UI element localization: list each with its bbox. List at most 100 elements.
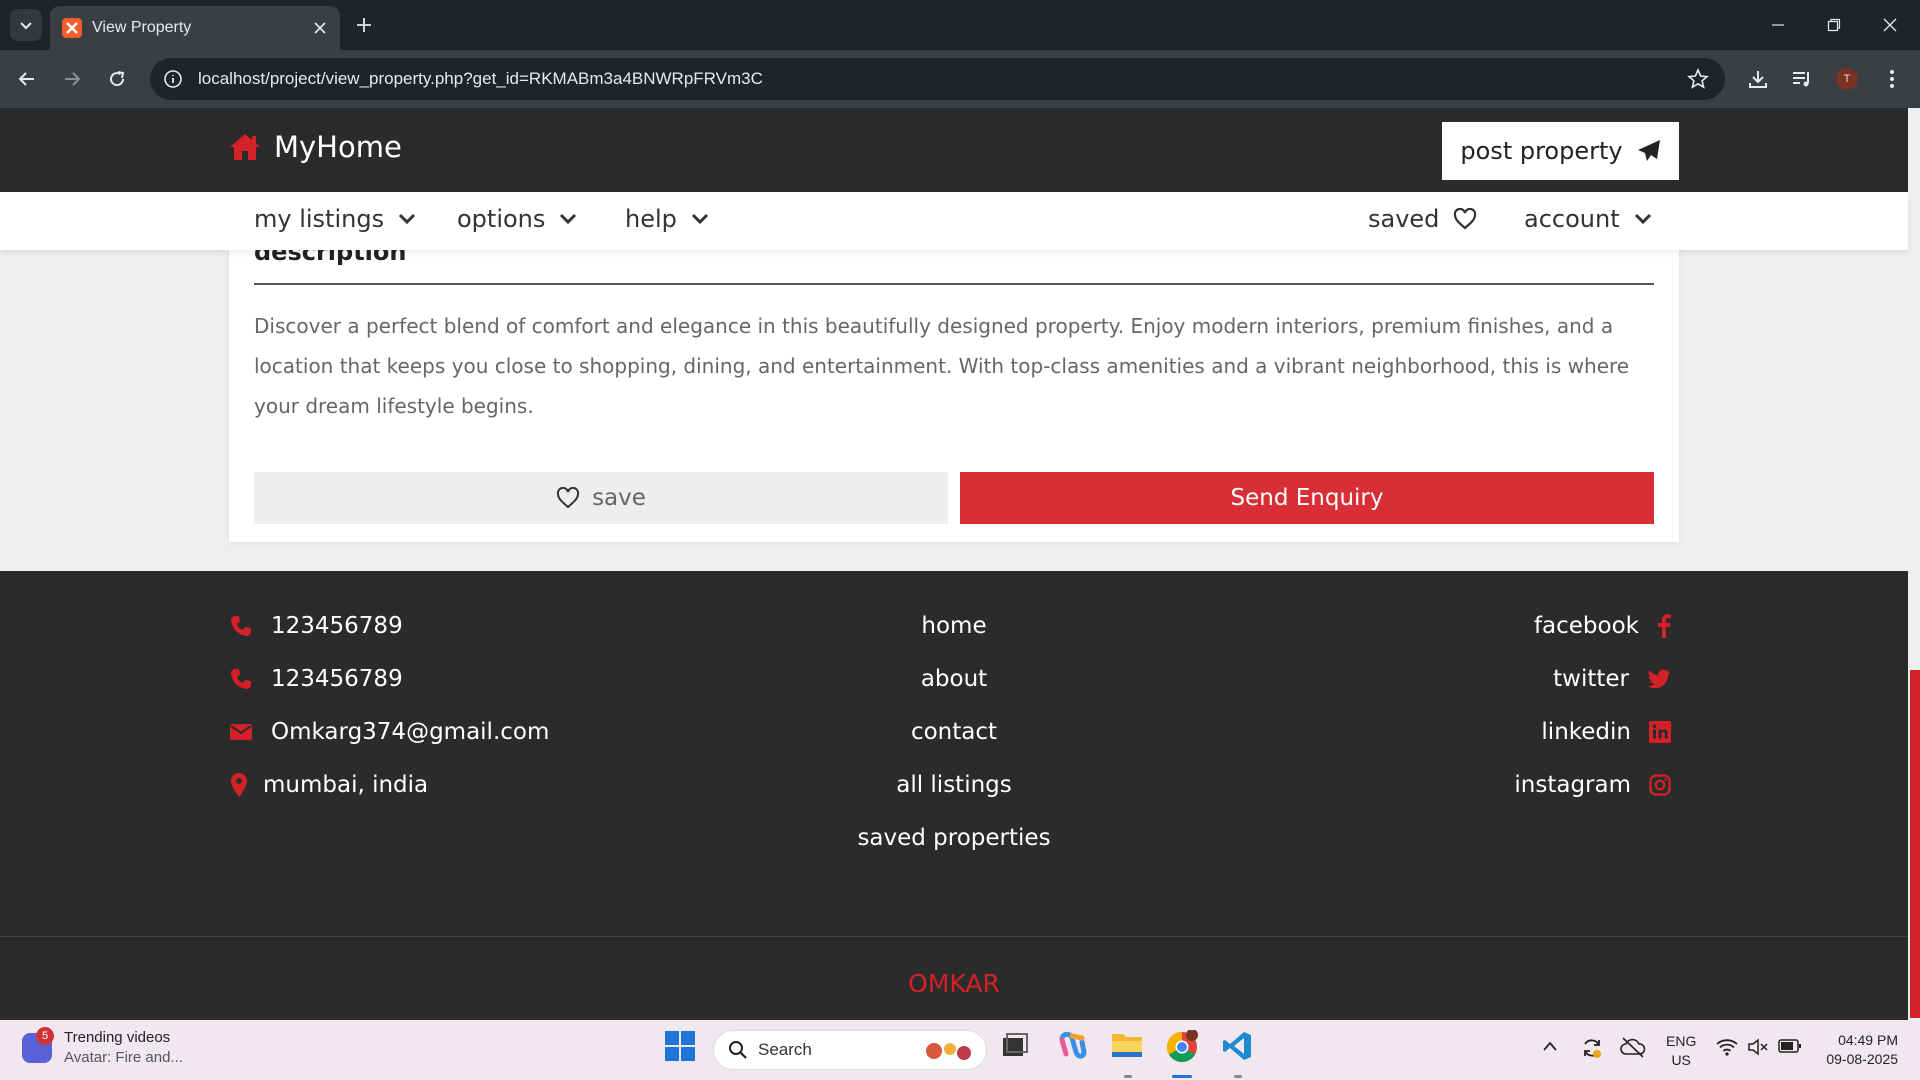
footer-location[interactable]: mumbai, india [229,772,428,798]
profile-avatar[interactable]: T [1831,63,1863,95]
chrome-button[interactable] [1165,1029,1199,1069]
close-icon [1883,18,1897,32]
copilot-button[interactable] [1056,1030,1088,1067]
battery-icon [1778,1039,1801,1053]
search-placeholder: Search [758,1040,812,1059]
restore-icon [1827,18,1841,32]
nav-help-label: help [625,205,677,233]
phone-icon [231,616,251,636]
phone-icon [231,669,251,689]
file-explorer-button[interactable] [1111,1030,1143,1065]
send-enquiry-button[interactable]: Send Enquiry [960,472,1654,524]
envelope-icon [230,724,252,740]
site-footer: 123456789 123456789 Omkarg374@gmail.com … [0,571,1908,1020]
language-code: ENG [1666,1033,1697,1049]
footer-link-about[interactable]: about [754,666,1154,692]
minimize-button[interactable] [1750,0,1806,50]
reload-button[interactable] [99,61,135,97]
footer-location-text: mumbai, india [263,772,429,798]
nav-options[interactable]: options [457,205,577,233]
chrome-active-indicator [1172,1075,1192,1078]
save-property-button[interactable]: save [254,472,948,524]
footer-link-home[interactable]: home [754,613,1154,639]
arrow-right-icon [65,72,81,86]
browser-toolbar: localhost/project/view_property.php?get_… [0,50,1920,108]
footer-email[interactable]: Omkarg374@gmail.com [229,719,549,745]
vscode-button[interactable] [1221,1030,1253,1067]
browser-menu-icon[interactable] [1876,63,1908,95]
reload-icon [110,71,125,87]
footer-phone-2[interactable]: 123456789 [229,666,403,692]
quick-settings-button[interactable] [1716,1038,1802,1056]
forward-button[interactable] [54,61,90,97]
scrollbar-thumb[interactable] [1910,670,1920,1018]
windows-taskbar: 5 Trending videos Avatar: Fire and... Se… [0,1020,1920,1080]
chevron-down-icon [691,213,708,225]
heart-icon [1454,208,1477,230]
chevron-up-icon [1543,1041,1557,1051]
downloads-icon[interactable] [1742,63,1774,95]
chevron-down-icon [20,22,32,30]
heart-icon [557,487,580,509]
footer-link-saved-properties[interactable]: saved properties [754,825,1154,851]
footer-facebook-text: facebook [1533,613,1639,639]
widgets-button[interactable]: 5 Trending videos Avatar: Fire and... [22,1027,183,1068]
footer-instagram[interactable]: instagram [1514,772,1671,798]
close-window-button[interactable] [1862,0,1918,50]
close-tab-icon[interactable] [306,14,334,42]
linkedin-icon [1649,721,1671,743]
site-info-icon[interactable] [162,68,184,90]
new-tab-button[interactable] [350,11,378,39]
minimize-icon [1772,24,1784,26]
footer-divider [0,936,1908,937]
footer-linkedin[interactable]: linkedin [1541,719,1671,745]
footer-phone-1[interactable]: 123456789 [229,613,403,639]
task-view-icon [1003,1033,1028,1056]
browser-tab[interactable]: View Property [50,6,340,50]
paper-plane-icon [1637,140,1660,161]
nav-account[interactable]: account [1524,205,1652,233]
nav-account-label: account [1524,205,1620,233]
widget-title: Trending videos [64,1029,171,1046]
browser-tab-bar: View Property [0,0,1920,50]
site-logo[interactable]: MyHome [228,130,402,164]
bookmark-star-icon[interactable] [1687,67,1709,94]
language-indicator[interactable]: ENG US [1666,1032,1696,1070]
footer-phone-1-text: 123456789 [271,613,403,639]
sync-status-icon[interactable] [1580,1036,1604,1065]
chevron-down-icon [560,213,577,225]
footer-twitter[interactable]: twitter [1553,666,1671,692]
taskbar-search[interactable]: Search [713,1030,987,1070]
address-bar[interactable]: localhost/project/view_property.php?get_… [150,58,1725,100]
facebook-icon [1658,614,1671,638]
footer-link-all-listings[interactable]: all listings [754,772,1154,798]
arrow-left-icon [18,72,34,86]
footer-instagram-text: instagram [1514,772,1631,798]
clock-date: 09-08-2025 [1826,1051,1898,1067]
system-clock[interactable]: 04:49 PM 09-08-2025 [1826,1031,1898,1069]
task-view-button[interactable] [1000,1030,1030,1065]
back-button[interactable] [9,61,45,97]
keyboard-region: US [1671,1052,1691,1068]
start-button[interactable] [664,1030,696,1067]
windows-logo-icon [665,1031,695,1061]
onedrive-offline-icon[interactable] [1620,1036,1646,1063]
search-highlight-icon [926,1043,971,1060]
show-hidden-icons-button[interactable] [1542,1038,1558,1057]
profile-initial: T [1836,68,1858,90]
media-controls-icon[interactable] [1786,63,1818,95]
footer-facebook[interactable]: facebook [1534,613,1671,639]
save-label: save [592,485,646,511]
nav-my-listings[interactable]: my listings [254,205,416,233]
nav-help[interactable]: help [625,205,709,233]
nav-saved[interactable]: saved [1368,205,1477,233]
plus-icon [357,18,371,32]
chrome-icon [1166,1029,1198,1063]
post-property-button[interactable]: post property [1442,122,1679,180]
footer-linkedin-text: linkedin [1541,719,1631,745]
footer-link-contact[interactable]: contact [754,719,1154,745]
page-scrollbar[interactable] [1908,108,1920,1020]
tab-search-button[interactable] [10,9,42,41]
footer-email-text: Omkarg374@gmail.com [271,719,550,745]
restore-button[interactable] [1806,0,1862,50]
